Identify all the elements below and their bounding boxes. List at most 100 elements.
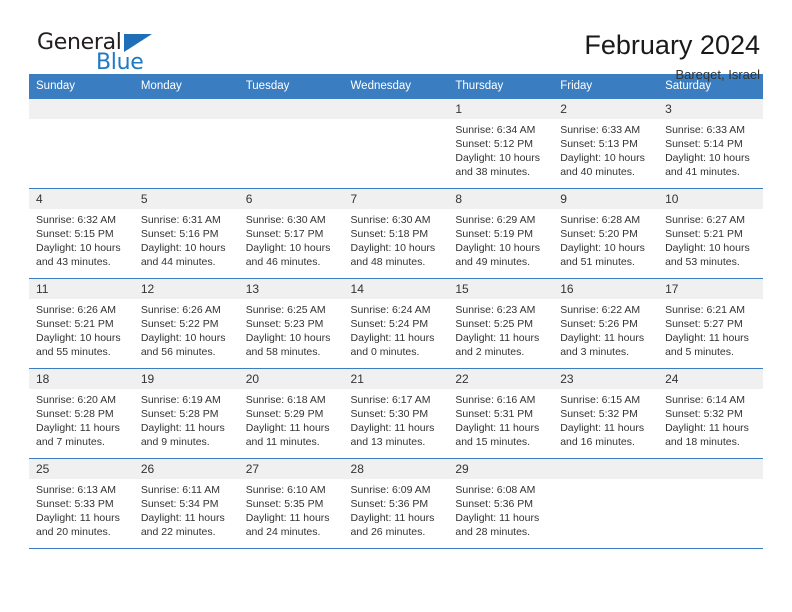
calendar-day-cell-4[interactable]: 4 Sunrise: 6:32 AM Sunset: 5:15 PM Daylight… [29,188,134,279]
daylight-text-cont: and 51 minutes. [560,256,635,268]
sunrise-text: Sunrise: 6:26 AM [140,304,221,316]
day-cell-details: Sunrise: 6:08 AM Sunset: 5:36 PM Daylight:… [448,479,553,539]
calendar-day-cell-16[interactable]: 16 Sunrise: 6:22 AM Sunset: 5:26 PM Dayligh… [553,278,659,369]
day-cell-details: Sunrise: 6:31 AM Sunset: 5:16 PM Daylight:… [134,209,239,269]
weekday-header-thursday: Thursday [448,74,554,99]
sunset-text: Sunset: 5:16 PM [140,228,219,240]
calendar-day-cell-27[interactable]: 27 Sunrise: 6:10 AM Sunset: 5:35 PM Dayligh… [238,458,344,549]
calendar-day-cell-23[interactable]: 23 Sunrise: 6:15 AM Sunset: 5:32 PM Dayligh… [553,368,659,459]
sunset-text: Sunset: 5:30 PM [350,408,429,420]
daylight-text-cont: and 3 minutes. [560,346,630,358]
day-number: 9 [553,189,659,209]
sunset-text: Sunset: 5:34 PM [140,498,219,510]
day-cell-inner [29,99,134,188]
daylight-text-cont: and 15 minutes. [455,436,531,448]
calendar-day-cell-empty [133,98,239,189]
day-cell-inner: 14 Sunrise: 6:24 AM Sunset: 5:24 PM Dayligh… [343,279,449,368]
day-cell-inner [238,99,344,188]
daylight-text-cont: and 56 minutes. [140,346,216,358]
day-cell-details: Sunrise: 6:32 AM Sunset: 5:15 PM Daylight:… [29,209,134,269]
day-cell-details: Sunrise: 6:09 AM Sunset: 5:36 PM Daylight:… [344,479,449,539]
sunrise-text: Sunrise: 6:28 AM [560,214,641,226]
day-number [29,99,134,119]
calendar-day-cell-24[interactable]: 24 Sunrise: 6:14 AM Sunset: 5:32 PM Dayligh… [658,368,763,459]
calendar-day-cell-1[interactable]: 1 Sunrise: 6:34 AM Sunset: 5:12 PM Daylight… [448,98,554,189]
daylight-text-cont: and 46 minutes. [245,256,321,268]
calendar-day-cell-9[interactable]: 9 Sunrise: 6:28 AM Sunset: 5:20 PM Daylight… [553,188,659,279]
calendar-day-cell-6[interactable]: 6 Sunrise: 6:30 AM Sunset: 5:17 PM Daylight… [238,188,344,279]
day-number: 28 [343,459,449,479]
sunset-text: Sunset: 5:13 PM [560,138,638,150]
daylight-text: Daylight: 11 hours [560,422,645,434]
calendar-day-cell-28[interactable]: 28 Sunrise: 6:09 AM Sunset: 5:36 PM Dayligh… [343,458,449,549]
day-cell-inner: 28 Sunrise: 6:09 AM Sunset: 5:36 PM Dayligh… [343,459,449,548]
daylight-text-cont: and 58 minutes. [245,346,321,358]
calendar-day-cell-14[interactable]: 14 Sunrise: 6:24 AM Sunset: 5:24 PM Dayligh… [343,278,449,369]
sunrise-text: Sunrise: 6:33 AM [560,124,641,136]
calendar-day-cell-11[interactable]: 11 Sunrise: 6:26 AM Sunset: 5:21 PM Dayligh… [29,278,134,369]
day-number [553,459,659,479]
general-blue-logo[interactable]: General Blue [37,30,167,76]
calendar-day-cell-15[interactable]: 15 Sunrise: 6:23 AM Sunset: 5:25 PM Dayligh… [448,278,554,369]
calendar-day-cell-10[interactable]: 10 Sunrise: 6:27 AM Sunset: 5:21 PM Dayligh… [658,188,763,279]
sunrise-text: Sunrise: 6:21 AM [665,304,746,316]
daylight-text: Daylight: 11 hours [560,332,645,344]
calendar-day-cell-22[interactable]: 22 Sunrise: 6:16 AM Sunset: 5:31 PM Dayligh… [448,368,554,459]
daylight-text-cont: and 53 minutes. [665,256,740,268]
day-cell-details: Sunrise: 6:22 AM Sunset: 5:26 PM Daylight:… [553,299,658,359]
day-number: 27 [238,459,344,479]
calendar-day-cell-empty [343,98,449,189]
calendar-day-cell-29[interactable]: 29 Sunrise: 6:08 AM Sunset: 5:36 PM Dayligh… [448,458,554,549]
day-number: 5 [133,189,239,209]
daylight-text-cont: and 20 minutes. [36,526,111,538]
weekday-header-tuesday: Tuesday [238,74,344,99]
sunrise-text: Sunrise: 6:19 AM [140,394,221,406]
calendar-day-cell-26[interactable]: 26 Sunrise: 6:11 AM Sunset: 5:34 PM Dayligh… [133,458,239,549]
calendar-day-cell-17[interactable]: 17 Sunrise: 6:21 AM Sunset: 5:27 PM Dayligh… [658,278,763,369]
day-cell-details [29,119,134,123]
calendar-day-cell-18[interactable]: 18 Sunrise: 6:20 AM Sunset: 5:28 PM Dayligh… [29,368,134,459]
daylight-text-cont: and 38 minutes. [455,166,531,178]
calendar-day-cell-13[interactable]: 13 Sunrise: 6:25 AM Sunset: 5:23 PM Dayligh… [238,278,344,369]
daylight-text: Daylight: 10 hours [560,152,645,164]
daylight-text-cont: and 26 minutes. [350,526,426,538]
calendar-day-cell-25[interactable]: 25 Sunrise: 6:13 AM Sunset: 5:33 PM Dayligh… [29,458,134,549]
day-cell-inner: 20 Sunrise: 6:18 AM Sunset: 5:29 PM Dayligh… [238,369,344,458]
day-cell-details: Sunrise: 6:23 AM Sunset: 5:25 PM Daylight:… [448,299,553,359]
calendar-day-cell-2[interactable]: 2 Sunrise: 6:33 AM Sunset: 5:13 PM Daylight… [553,98,659,189]
day-number: 15 [448,279,554,299]
calendar-day-cell-5[interactable]: 5 Sunrise: 6:31 AM Sunset: 5:16 PM Daylight… [133,188,239,279]
sunrise-text: Sunrise: 6:10 AM [245,484,326,496]
day-cell-details: Sunrise: 6:34 AM Sunset: 5:12 PM Daylight:… [448,119,553,179]
calendar-day-cell-7[interactable]: 7 Sunrise: 6:30 AM Sunset: 5:18 PM Daylight… [343,188,449,279]
day-number: 16 [553,279,659,299]
sunset-text: Sunset: 5:31 PM [455,408,534,420]
day-number: 26 [133,459,239,479]
day-number: 12 [133,279,239,299]
day-cell-inner: 9 Sunrise: 6:28 AM Sunset: 5:20 PM Daylight… [553,189,659,278]
day-cell-inner: 23 Sunrise: 6:15 AM Sunset: 5:32 PM Dayligh… [553,369,659,458]
day-cell-inner: 1 Sunrise: 6:34 AM Sunset: 5:12 PM Daylight… [448,99,554,188]
day-number: 2 [553,99,659,119]
calendar-day-cell-20[interactable]: 20 Sunrise: 6:18 AM Sunset: 5:29 PM Dayligh… [238,368,344,459]
daylight-text: Daylight: 11 hours [36,422,120,434]
calendar-day-cell-8[interactable]: 8 Sunrise: 6:29 AM Sunset: 5:19 PM Daylight… [448,188,554,279]
day-cell-details [553,479,658,483]
daylight-text: Daylight: 11 hours [665,422,749,434]
sunrise-text: Sunrise: 6:08 AM [455,484,536,496]
day-cell-inner: 24 Sunrise: 6:14 AM Sunset: 5:32 PM Dayligh… [658,369,763,458]
day-number: 17 [658,279,763,299]
daylight-text-cont: and 43 minutes. [36,256,111,268]
calendar-day-cell-19[interactable]: 19 Sunrise: 6:19 AM Sunset: 5:28 PM Dayligh… [133,368,239,459]
daylight-text-cont: and 48 minutes. [350,256,426,268]
day-cell-inner [133,99,239,188]
daylight-text: Daylight: 11 hours [140,512,225,524]
daylight-text: Daylight: 11 hours [455,512,540,524]
day-cell-details: Sunrise: 6:20 AM Sunset: 5:28 PM Daylight:… [29,389,134,449]
sunset-text: Sunset: 5:26 PM [560,318,638,330]
day-cell-inner: 13 Sunrise: 6:25 AM Sunset: 5:23 PM Dayligh… [238,279,344,368]
sunrise-text: Sunrise: 6:31 AM [140,214,221,226]
calendar-day-cell-12[interactable]: 12 Sunrise: 6:26 AM Sunset: 5:22 PM Dayligh… [133,278,239,369]
calendar-day-cell-21[interactable]: 21 Sunrise: 6:17 AM Sunset: 5:30 PM Dayligh… [343,368,449,459]
calendar-day-cell-3[interactable]: 3 Sunrise: 6:33 AM Sunset: 5:14 PM Daylight… [658,98,763,189]
